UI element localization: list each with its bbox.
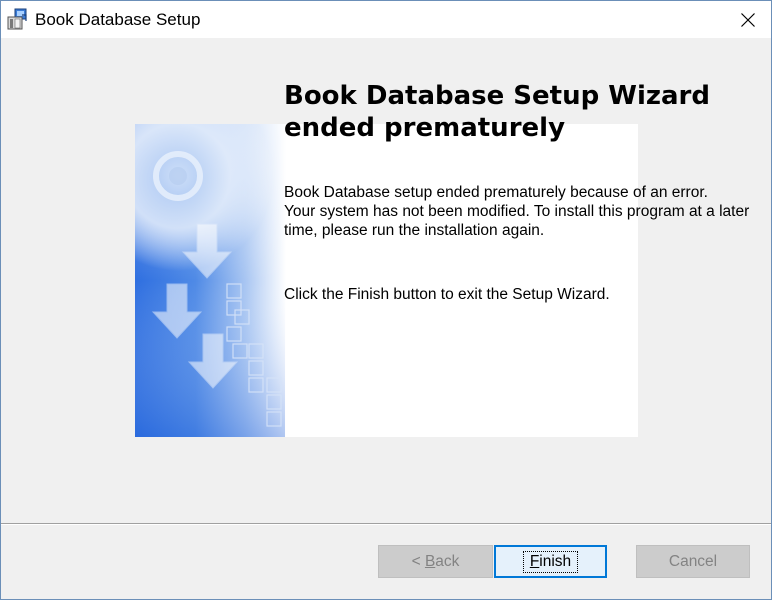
footer-divider xyxy=(1,523,771,525)
installer-box-icon xyxy=(7,8,27,30)
cancel-button[interactable]: Cancel xyxy=(636,545,750,578)
close-button[interactable] xyxy=(725,1,771,38)
disc-arrows-graphic xyxy=(135,124,638,437)
wizard-heading: Book Database Setup Wizard ended prematu… xyxy=(284,81,710,143)
finish-accel-key: F xyxy=(529,552,540,570)
back-button[interactable]: < Back xyxy=(378,545,493,578)
title-bar[interactable]: Book Database Setup xyxy=(1,1,771,38)
close-icon xyxy=(741,12,755,27)
cancel-label: Cancel xyxy=(668,552,718,570)
focus-rect: Finish xyxy=(522,550,579,573)
finish-label-rest: inish xyxy=(539,552,572,570)
finish-button[interactable]: Finish xyxy=(494,545,607,578)
finish-instruction: Click the Finish button to exit the Setu… xyxy=(284,286,610,303)
wizard-banner-image xyxy=(135,124,638,437)
error-message: Book Database setup ended prematurely be… xyxy=(284,184,750,239)
back-label-rest: ack xyxy=(435,552,460,570)
window-title: Book Database Setup xyxy=(35,10,201,29)
setup-dialog-window: Book Database Setup Book Database Setup … xyxy=(0,0,772,600)
back-accel-key: B xyxy=(424,552,436,570)
back-prefix: < xyxy=(411,552,425,570)
